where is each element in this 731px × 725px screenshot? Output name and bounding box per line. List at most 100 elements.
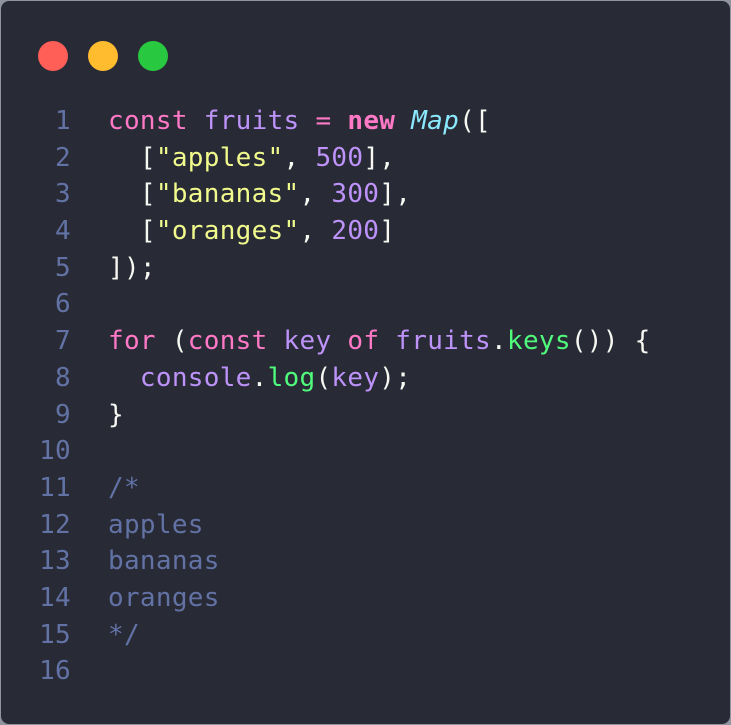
code-token: oranges [108, 582, 220, 613]
code-line: 5]); [1, 250, 730, 287]
code-token: ( [155, 326, 188, 357]
line-number: 4 [55, 216, 71, 247]
line-number: 7 [55, 326, 71, 357]
code-token: [ [108, 179, 156, 210]
code-token: keys [506, 326, 571, 357]
code-token: fruits [395, 326, 492, 357]
line-number: 15 [39, 619, 71, 650]
code-token: key [283, 326, 332, 357]
code-line: 1 const fruits = new Map([ [1, 103, 730, 140]
line-number: 10 [39, 436, 71, 467]
line-content: */ [108, 617, 140, 654]
code-token: log [267, 362, 316, 393]
code-token: /* [108, 472, 140, 503]
minimize-button[interactable] [88, 41, 118, 71]
line-content: apples [108, 507, 204, 544]
line-content: oranges [108, 580, 220, 617]
code-line: 2 ["apples", 500], [1, 140, 730, 177]
line-content: ["apples", 500], [108, 140, 395, 177]
code-token: "oranges" [155, 216, 300, 247]
code-token: , [299, 216, 332, 247]
code-line: 8 console.log(key); [1, 360, 730, 397]
code-token: key [331, 362, 380, 393]
code-token: for [108, 326, 156, 357]
code-token: , [283, 142, 316, 173]
line-content: ["oranges", 200] [108, 213, 395, 250]
close-button[interactable] [38, 41, 68, 71]
code-token: of [347, 326, 380, 357]
code-token: 300 [331, 179, 380, 210]
code-line: 10 [1, 433, 730, 470]
line-number: 6 [55, 289, 71, 320]
code-line: 6 [1, 286, 730, 323]
code-token: ); [379, 362, 412, 393]
line-number: 12 [39, 509, 71, 540]
code-line: 12 apples [1, 507, 730, 544]
line-number: 8 [55, 362, 71, 393]
code-token: , [299, 179, 332, 210]
code-token: ()) { [570, 326, 651, 357]
code-token: = [299, 106, 348, 136]
line-content: for (const key of fruits.keys()) { [108, 323, 651, 360]
line-number: 1 [55, 106, 71, 136]
line-number: 14 [39, 582, 71, 613]
code-token: Map [411, 106, 460, 136]
code-token: fruits [203, 106, 300, 136]
code-token: ( [315, 362, 332, 393]
code-line: 11 /* [1, 470, 730, 507]
code-block: 1 const fruits = new Map([2 ["apples", 50… [1, 103, 730, 690]
line-content: console.log(key); [108, 360, 411, 397]
line-number: 16 [39, 656, 71, 687]
code-line: 15 */ [1, 617, 730, 654]
line-content: bananas [108, 543, 220, 580]
line-content: ]); [108, 250, 156, 287]
code-window: 1 const fruits = new Map([2 ["apples", 50… [1, 1, 730, 724]
code-line: 9} [1, 397, 730, 434]
line-number: 11 [39, 472, 71, 503]
code-token: const [187, 326, 268, 357]
line-content: ["bananas", 300], [108, 176, 411, 213]
code-token: 500 [315, 142, 364, 173]
code-token: "apples" [155, 142, 284, 173]
code-token: 200 [331, 216, 380, 247]
line-content: /* [108, 470, 140, 507]
code-token: ], [379, 179, 412, 210]
code-token: console [139, 362, 252, 393]
code-line: 4 ["oranges", 200] [1, 213, 730, 250]
line-content: } [108, 397, 124, 434]
maximize-button[interactable] [138, 41, 168, 71]
code-token: ], [363, 142, 396, 173]
code-line: 16 [1, 653, 730, 690]
code-token: } [108, 399, 124, 430]
code-token: ] [379, 216, 396, 247]
code-token: const [108, 106, 188, 136]
code-line: 13 bananas [1, 543, 730, 580]
code-token: */ [108, 619, 140, 650]
code-token: apples [108, 509, 204, 540]
code-line: 3 ["bananas", 300], [1, 176, 730, 213]
line-number: 5 [55, 252, 71, 283]
code-token: ]); [108, 252, 156, 283]
code-token: new [347, 106, 396, 136]
code-token: . [491, 326, 507, 357]
code-token: [ [108, 142, 156, 173]
code-token: bananas [108, 546, 220, 577]
code-token: [ [108, 216, 156, 247]
line-number: 9 [55, 399, 71, 430]
line-content: const fruits = new Map([ [108, 103, 491, 140]
line-number: 13 [39, 546, 71, 577]
code-token: "bananas" [155, 179, 300, 210]
line-number: 2 [55, 142, 71, 173]
code-token: . [251, 362, 268, 393]
line-number: 3 [55, 179, 71, 210]
window-controls [38, 41, 168, 71]
code-line: 7 for (const key of fruits.keys()) { [1, 323, 730, 360]
code-line: 14 oranges [1, 580, 730, 617]
code-token: ([ [459, 106, 491, 136]
